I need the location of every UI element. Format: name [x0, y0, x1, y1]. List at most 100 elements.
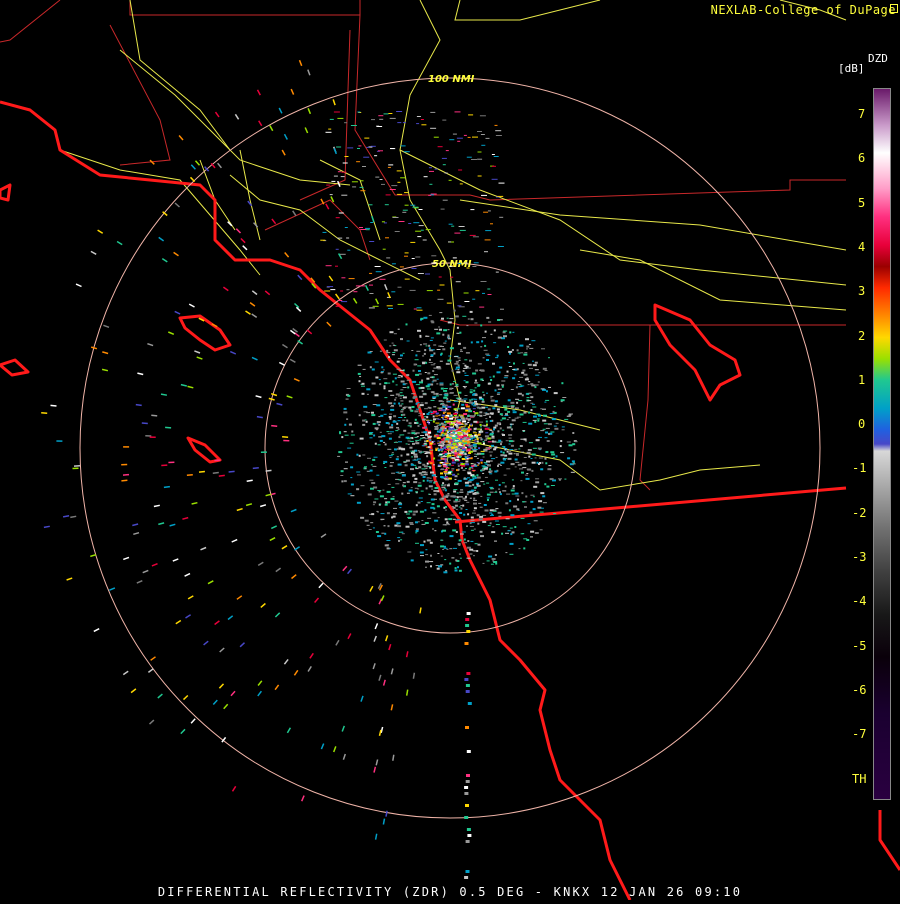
echo-pixel: [542, 420, 546, 422]
echo-pixel: [373, 404, 377, 405]
echo-pixel: [455, 505, 458, 507]
echo-streak: [136, 405, 142, 406]
echo-pixel: [416, 504, 418, 506]
echo-pixel: [489, 434, 493, 436]
echo-pixel: [344, 122, 347, 123]
echo-pixel: [366, 147, 369, 148]
echo-pixel: [460, 558, 462, 559]
echo-pixel: [429, 482, 432, 483]
echo-pixel: [385, 443, 387, 445]
echo-pixel: [362, 424, 365, 426]
echo-pixel: [387, 305, 393, 306]
echo-pixel: [371, 412, 374, 414]
echo-pixel: [560, 452, 564, 453]
echo-pixel: [400, 266, 404, 267]
echo-streak: [186, 615, 191, 618]
echo-pixel: [536, 439, 540, 441]
echo-pixel: [470, 435, 473, 437]
echo-pixel: [469, 549, 473, 551]
echo-pixel: [518, 400, 522, 401]
echo-pixel: [477, 441, 479, 443]
echo-streak: [285, 134, 288, 139]
echo-pixel: [371, 464, 373, 465]
echo-pixel: [419, 374, 422, 375]
echo-pixel: [370, 470, 373, 472]
echo-pixel: [396, 111, 402, 112]
echo-pixel: [430, 565, 432, 567]
echo-pixel: [357, 148, 360, 149]
echo-pixel: [384, 467, 386, 468]
echo-pixel: [379, 379, 381, 380]
echo-pixel: [442, 405, 444, 406]
echo-streak: [175, 311, 180, 314]
echo-pixel: [485, 432, 488, 433]
echo-pixel: [502, 417, 506, 419]
echo-pixel: [474, 487, 476, 489]
echo-pixel: [440, 564, 443, 565]
echo-streak: [229, 471, 235, 472]
echo-pixel: [455, 384, 458, 386]
echo-pixel: [416, 409, 419, 410]
echo-pixel: [511, 463, 515, 465]
echo-pixel: [446, 409, 449, 410]
echo-pixel: [397, 456, 399, 457]
echo-pixel: [541, 462, 543, 464]
echo-pixel: [398, 304, 404, 305]
echo-pixel: [440, 499, 444, 501]
echo-pixel: [456, 417, 459, 418]
echo-pixel: [485, 477, 488, 478]
echo-pixel: [407, 493, 410, 494]
echo-pixel: [398, 429, 400, 430]
echo-streak: [282, 345, 287, 348]
echo-pixel: [473, 444, 477, 446]
echo-pixel: [406, 460, 410, 462]
echo-streak: [407, 690, 408, 696]
echo-pixel: [442, 549, 444, 550]
echo-pixel: [426, 440, 428, 442]
echo-pixel: [512, 479, 514, 480]
radar-echoes: [41, 60, 577, 879]
echo-pixel: [458, 448, 461, 450]
radar-map[interactable]: 100 NMI 50 NMI NEXLAB-College of DuPage …: [0, 0, 900, 900]
echo-pixel: [436, 434, 438, 435]
echo-pixel: [423, 317, 427, 319]
echo-pixel: [512, 494, 515, 495]
echo-pixel: [495, 130, 501, 131]
echo-pixel: [514, 374, 516, 375]
echo-pixel: [447, 412, 451, 414]
echo-streak: [123, 671, 128, 674]
echo-pixel: [497, 384, 500, 386]
echo-pixel: [535, 481, 539, 483]
echo-pixel: [440, 361, 443, 362]
echo-pixel: [421, 491, 424, 492]
legend-tick: 7: [858, 108, 865, 120]
echo-pixel: [567, 442, 571, 443]
echo-pixel: [381, 366, 383, 368]
echo-pixel: [482, 521, 486, 523]
echo-pixel: [461, 467, 463, 469]
echo-pixel: [422, 471, 426, 473]
echo-pixel: [471, 159, 477, 160]
echo-pixel: [460, 489, 463, 490]
echo-pixel: [529, 512, 532, 514]
echo-pixel: [501, 533, 503, 535]
echo-pixel: [400, 411, 403, 413]
echo-pixel: [512, 531, 515, 533]
echo-pixel: [402, 420, 405, 421]
echo-pixel: [543, 502, 547, 503]
echo-pixel: [440, 472, 443, 474]
echo-pixel: [449, 416, 453, 417]
echo-pixel: [391, 424, 393, 426]
echo-pixel: [499, 183, 505, 184]
echo-pixel: [482, 392, 484, 393]
echo-streak: [270, 538, 275, 541]
echo-pixel: [530, 396, 533, 398]
echo-pixel: [493, 511, 497, 512]
echo-pixel: [435, 487, 439, 489]
echo-pixel: [426, 378, 429, 380]
echo-pixel: [456, 509, 458, 510]
echo-pixel: [458, 392, 461, 394]
echo-pixel: [491, 487, 493, 489]
echo-pixel: [401, 472, 405, 473]
echo-pixel: [326, 132, 332, 133]
